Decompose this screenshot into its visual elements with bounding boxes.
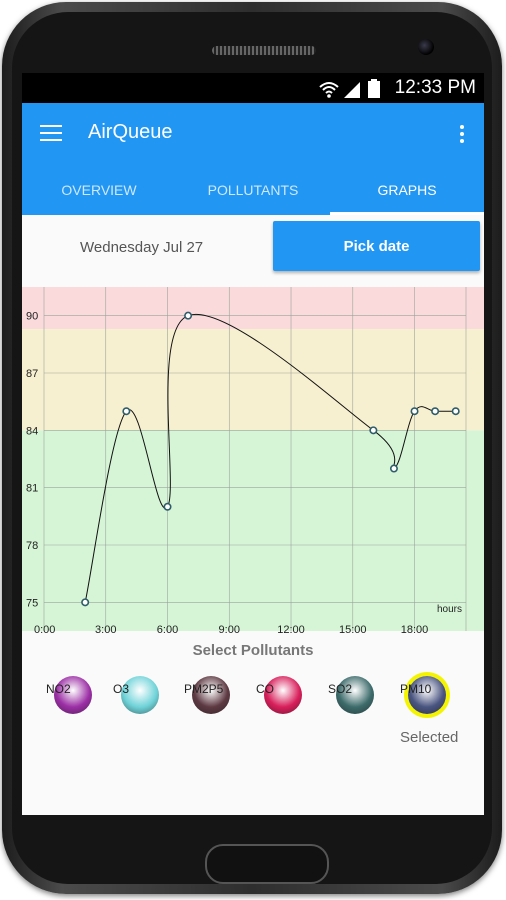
selected-indicator-text: Selected (400, 729, 459, 746)
y-tick-label: 87 (26, 368, 38, 380)
data-point (122, 407, 131, 416)
pollutant-so2[interactable]: SO2 (324, 674, 386, 724)
data-point (451, 407, 460, 416)
pollutant-label: CO (256, 682, 274, 696)
select-pollutants-title: Select Pollutants (192, 642, 314, 659)
app-screen: 12:33 PM AirQueue OVERVIEW POLLUTANTS GR… (22, 73, 484, 815)
y-tick-label: 75 (26, 597, 38, 609)
pollutant-label: PM2P5 (184, 682, 224, 696)
status-time: 12:33 PM (394, 77, 476, 98)
pollutant-label: O3 (113, 682, 130, 696)
x-tick-label: 3:00 (95, 624, 116, 636)
x-tick-label: 6:00 (157, 624, 178, 636)
x-tick-label: 9:00 (219, 624, 240, 636)
pollutant-no2[interactable]: NO2 (42, 674, 104, 724)
pollutant-pm10[interactable]: PM10 (396, 674, 458, 724)
wifi-icon (319, 82, 339, 98)
data-point (410, 407, 419, 416)
pollutant-selector: Select Pollutants NO2 O3 PM2P5 CO SO2 PM… (22, 636, 484, 815)
data-point (184, 311, 193, 320)
battery-icon (368, 79, 380, 98)
date-row: Wednesday Jul 27 Pick date (22, 215, 484, 281)
data-point (431, 407, 440, 416)
selected-date: Wednesday Jul 27 (80, 239, 204, 256)
pollutant-label: NO2 (46, 682, 71, 696)
app-title: AirQueue (88, 121, 173, 143)
tab-graphs[interactable]: GRAPHS (330, 167, 484, 215)
home-button[interactable] (205, 844, 329, 884)
y-tick-label: 81 (26, 483, 38, 495)
pollutant-o3[interactable]: O3 (109, 674, 171, 724)
x-tick-label: 18:00 (401, 624, 429, 636)
line-chart-svg: 75 78 81 84 87 90 0:00 3:00 6:00 9:00 12:00 15:00 18… (22, 287, 484, 636)
data-point (369, 426, 378, 435)
x-tick-label: 15:00 (339, 624, 367, 636)
y-tick-label: 84 (26, 425, 38, 437)
signal-icon (344, 82, 360, 98)
tab-bar: OVERVIEW POLLUTANTS GRAPHS (22, 167, 484, 215)
speaker-grille (212, 46, 316, 55)
front-camera (418, 39, 434, 55)
pollutant-pm2p5[interactable]: PM2P5 (180, 674, 242, 724)
data-point (163, 502, 172, 511)
x-axis-label: hours (437, 604, 462, 615)
pollutant-label: SO2 (328, 682, 353, 696)
pollutant-co[interactable]: CO (252, 674, 314, 724)
overflow-menu-icon[interactable] (460, 125, 464, 143)
x-tick-label: 12:00 (277, 624, 305, 636)
y-tick-label: 78 (26, 540, 38, 552)
pick-date-button[interactable]: Pick date (273, 221, 480, 271)
data-point (81, 598, 90, 607)
hamburger-menu-icon[interactable] (40, 125, 62, 143)
data-point (389, 464, 398, 473)
status-bar: 12:33 PM (22, 73, 484, 103)
tab-pollutants[interactable]: POLLUTANTS (176, 167, 330, 215)
status-icons (319, 79, 380, 98)
pollutant-label: PM10 (400, 682, 432, 696)
tab-overview[interactable]: OVERVIEW (22, 167, 176, 215)
y-tick-label: 90 (26, 311, 38, 323)
app-bar: AirQueue (22, 103, 484, 167)
x-tick-label: 0:00 (34, 624, 55, 636)
pollutant-chart: 75 78 81 84 87 90 0:00 3:00 6:00 9:00 12:00 15:00 18… (22, 281, 484, 636)
